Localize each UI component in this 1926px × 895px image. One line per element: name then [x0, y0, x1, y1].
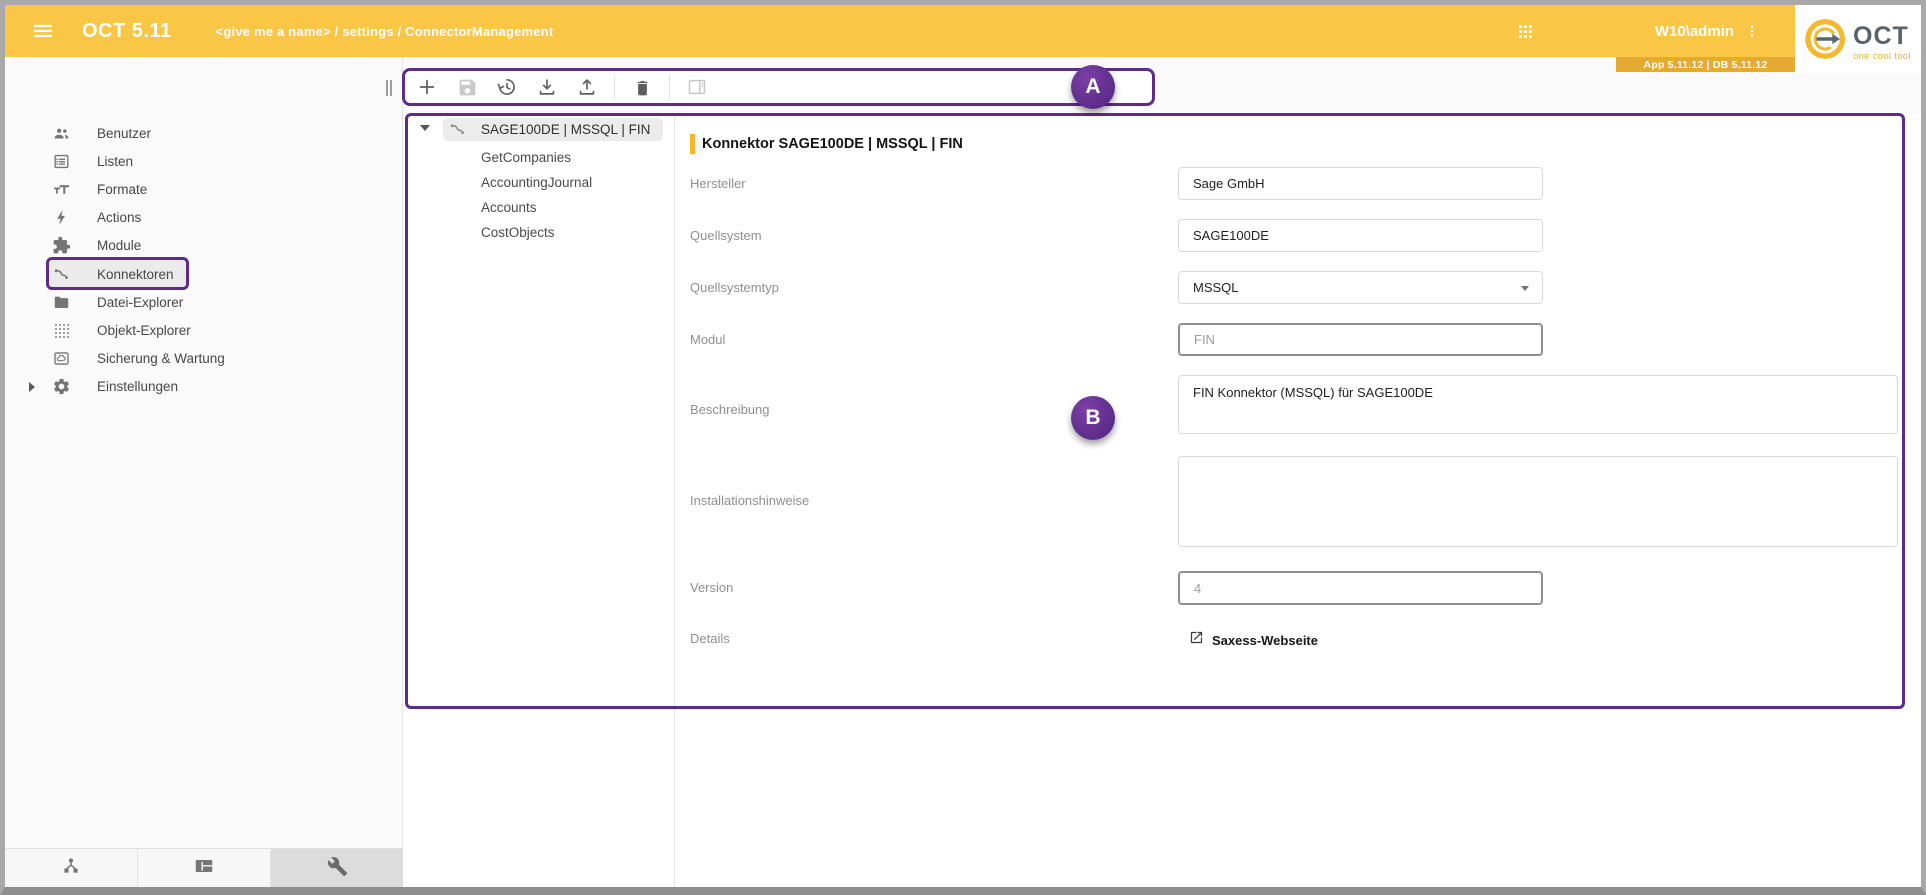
save-button[interactable]: [454, 74, 480, 100]
folder-icon: [52, 293, 71, 312]
form-title: Konnektor SAGE100DE | MSSQL | FIN: [702, 134, 963, 154]
annotation-badge-b: B: [1071, 396, 1115, 440]
sidebar-item-benutzer[interactable]: Benutzer: [5, 119, 403, 147]
annotation-box-toolbar: [402, 68, 1155, 106]
sidebar-bottom-bar: [5, 848, 403, 888]
breadcrumb: <give me a name> / settings / ConnectorM…: [216, 24, 554, 39]
list-icon: [52, 152, 71, 171]
saxess-website-link[interactable]: Saxess-Webseite: [1189, 630, 1318, 650]
sidebar-item-listen[interactable]: Listen: [5, 147, 403, 175]
connector-icon: [448, 120, 467, 144]
bottom-tab-window[interactable]: [138, 849, 271, 888]
installationshinweise-field[interactable]: [1178, 456, 1898, 547]
gear-icon: [52, 377, 71, 396]
expand-arrow-icon[interactable]: [29, 382, 35, 392]
sidebar-item-label: Formate: [97, 182, 147, 197]
current-user: W10\admin: [1655, 23, 1734, 40]
flash-icon: [52, 208, 71, 227]
sidebar-item-label: Einstellungen: [97, 379, 178, 394]
sidebar: Benutzer Listen Formate Actions Module: [5, 119, 403, 401]
puzzle-icon: [52, 236, 71, 255]
toolbar-separator: [669, 75, 670, 99]
tree-collapse-icon[interactable]: [420, 125, 430, 131]
apps-grid-icon[interactable]: [1515, 20, 1537, 42]
quellsystemtyp-value: MSSQL: [1193, 280, 1239, 295]
upload-button[interactable]: [574, 74, 600, 100]
quellsystem-label: Quellsystem: [690, 227, 1010, 245]
logo-tagline: one cool tool: [1853, 51, 1911, 62]
sidebar-item-datei-explorer[interactable]: Datei-Explorer: [5, 288, 403, 316]
oct-logo: OCT one cool tool: [1795, 5, 1921, 73]
sidebar-item-label: Module: [97, 238, 141, 253]
version-label: Version: [690, 579, 1010, 597]
version-badge: App 5.11.12 | DB 5.11.12: [1616, 57, 1795, 72]
bottom-tab-wrench[interactable]: [271, 849, 403, 888]
chevron-down-icon: [1521, 286, 1529, 291]
grid-dots-icon: [52, 321, 71, 340]
users-icon: [52, 124, 71, 143]
sidebar-item-label: Listen: [97, 154, 133, 169]
title-accent-bar: [690, 134, 695, 154]
modul-field[interactable]: [1178, 323, 1543, 356]
annotation-badge-a: A: [1071, 65, 1115, 109]
wrench-icon: [327, 856, 348, 882]
hierarchy-icon: [60, 855, 82, 882]
sidebar-item-module[interactable]: Module: [5, 232, 403, 260]
window-icon: [193, 855, 215, 882]
download-button[interactable]: [534, 74, 560, 100]
format-size-icon: [52, 180, 71, 199]
tree-node-costobjects[interactable]: CostObjects: [481, 225, 555, 240]
link-text: Saxess-Webseite: [1212, 633, 1318, 648]
sidebar-item-label: Konnektoren: [97, 267, 174, 282]
backup-icon: [52, 349, 71, 368]
quellsystemtyp-label: Quellsystemtyp: [690, 279, 1010, 297]
logo-text: OCT: [1853, 22, 1909, 51]
sidebar-item-konnektoren[interactable]: Konnektoren: [5, 260, 403, 288]
app-header: OCT 5.11 <give me a name> / settings / C…: [5, 5, 1795, 57]
sidebar-item-objekt-explorer[interactable]: Objekt-Explorer: [5, 316, 403, 344]
tree-root-node[interactable]: SAGE100DE | MSSQL | FIN: [481, 122, 650, 137]
sidebar-item-formate[interactable]: Formate: [5, 175, 403, 203]
hersteller-label: Hersteller: [690, 175, 1010, 193]
restore-button[interactable]: [494, 74, 520, 100]
delete-button[interactable]: [629, 74, 655, 100]
tree-node-accountingjournal[interactable]: AccountingJournal: [481, 175, 592, 190]
hersteller-field[interactable]: [1178, 167, 1543, 200]
menu-icon[interactable]: [30, 18, 56, 44]
panel-splitter-handle[interactable]: [386, 80, 394, 96]
connector-icon: [52, 265, 71, 284]
header-right-cluster: W10\admin: [1515, 5, 1760, 57]
sidebar-item-actions[interactable]: Actions: [5, 204, 403, 232]
version-field[interactable]: [1178, 571, 1543, 605]
app-title: OCT 5.11: [82, 20, 172, 43]
tree-node-accounts[interactable]: Accounts: [481, 200, 537, 215]
quellsystemtyp-select[interactable]: MSSQL: [1178, 271, 1543, 304]
kebab-menu-icon[interactable]: [1744, 20, 1760, 42]
sidebar-item-sicherung-wartung[interactable]: Sicherung & Wartung: [5, 345, 403, 373]
sidebar-item-einstellungen[interactable]: Einstellungen: [5, 373, 403, 401]
tree-node-getcompanies[interactable]: GetCompanies: [481, 150, 571, 165]
modul-label: Modul: [690, 331, 1010, 349]
sidebar-item-label: Actions: [97, 210, 141, 225]
sidebar-item-label: Sicherung & Wartung: [97, 351, 225, 366]
tree-panel-divider: [674, 113, 675, 886]
open-in-new-icon: [1189, 630, 1204, 650]
bottom-tab-hierarchy[interactable]: [5, 849, 138, 888]
panel-toggle-button[interactable]: [684, 74, 710, 100]
details-label: Details: [690, 630, 1010, 648]
installationshinweise-label: Installationshinweise: [690, 492, 1010, 510]
app-window: OCT 5.11 <give me a name> / settings / C…: [0, 0, 1926, 895]
beschreibung-field[interactable]: FIN Konnektor (MSSQL) für SAGE100DE: [1178, 375, 1898, 434]
sidebar-item-label: Objekt-Explorer: [97, 323, 191, 338]
sidebar-item-label: Benutzer: [97, 126, 151, 141]
beschreibung-label: Beschreibung: [690, 401, 1010, 419]
sidebar-item-label: Datei-Explorer: [97, 295, 183, 310]
logo-ring-icon: [1805, 16, 1851, 67]
add-button[interactable]: [414, 74, 440, 100]
quellsystem-field[interactable]: [1178, 219, 1543, 252]
toolbar-separator: [614, 75, 615, 99]
